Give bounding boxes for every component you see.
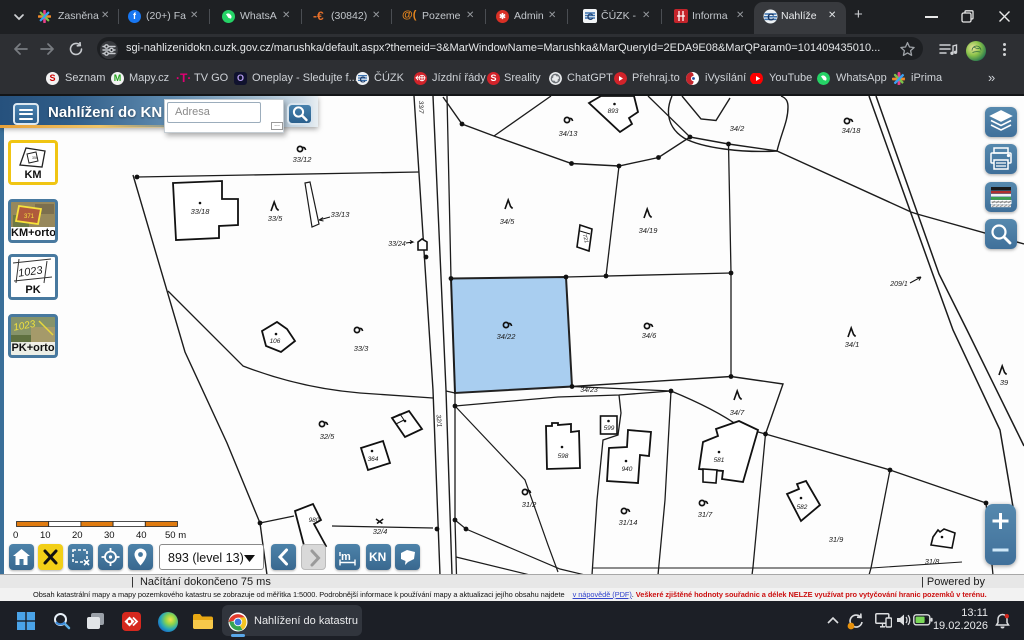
svg-text:31/7: 31/7 bbox=[698, 510, 713, 519]
svg-text:34/22: 34/22 bbox=[497, 332, 517, 341]
svg-text:582: 582 bbox=[797, 504, 808, 511]
svg-text:33/5: 33/5 bbox=[268, 214, 283, 223]
svg-text:34/13: 34/13 bbox=[559, 129, 579, 138]
svg-text:581: 581 bbox=[714, 457, 725, 464]
svg-text:34/6: 34/6 bbox=[642, 331, 657, 340]
svg-text:598: 598 bbox=[558, 453, 569, 460]
svg-text:980: 980 bbox=[309, 517, 320, 524]
svg-text:34/18: 34/18 bbox=[842, 126, 862, 135]
svg-text:34/19: 34/19 bbox=[639, 226, 659, 235]
svg-text:32/4: 32/4 bbox=[373, 527, 388, 536]
svg-text:599: 599 bbox=[604, 425, 615, 432]
svg-text:364: 364 bbox=[368, 456, 379, 463]
svg-text:34/5: 34/5 bbox=[500, 217, 515, 226]
svg-text:31/2: 31/2 bbox=[522, 500, 537, 509]
svg-text:371: 371 bbox=[24, 214, 35, 220]
svg-text:31/9: 31/9 bbox=[829, 535, 844, 544]
svg-text:m: m bbox=[341, 551, 351, 563]
svg-text:33/7: 33/7 bbox=[417, 101, 424, 114]
svg-text:C: C bbox=[360, 74, 366, 84]
svg-text:33/12: 33/12 bbox=[293, 155, 313, 164]
svg-text:31/8: 31/8 bbox=[925, 557, 940, 566]
svg-text:350: 350 bbox=[32, 156, 38, 160]
svg-text:39: 39 bbox=[1000, 378, 1009, 387]
svg-text:33/18: 33/18 bbox=[191, 207, 211, 216]
svg-text:32/5: 32/5 bbox=[320, 432, 335, 441]
svg-text:209/1: 209/1 bbox=[889, 281, 908, 288]
svg-text:32/1: 32/1 bbox=[435, 414, 443, 427]
svg-text:34/23: 34/23 bbox=[580, 387, 598, 394]
svg-text:1023: 1023 bbox=[17, 264, 44, 279]
svg-text:893: 893 bbox=[608, 108, 619, 115]
svg-text:34/1: 34/1 bbox=[845, 340, 860, 349]
svg-text:33/24: 33/24 bbox=[388, 241, 406, 248]
svg-text:C: C bbox=[587, 12, 594, 22]
svg-text:33/13: 33/13 bbox=[331, 210, 351, 219]
svg-text:106: 106 bbox=[270, 338, 281, 345]
svg-text:34/2: 34/2 bbox=[730, 124, 745, 133]
svg-text:31/14: 31/14 bbox=[619, 518, 638, 527]
svg-text:34/7: 34/7 bbox=[730, 408, 745, 417]
svg-text:940: 940 bbox=[622, 466, 633, 473]
svg-text:33/3: 33/3 bbox=[354, 344, 369, 353]
svg-text:C: C bbox=[767, 12, 774, 23]
